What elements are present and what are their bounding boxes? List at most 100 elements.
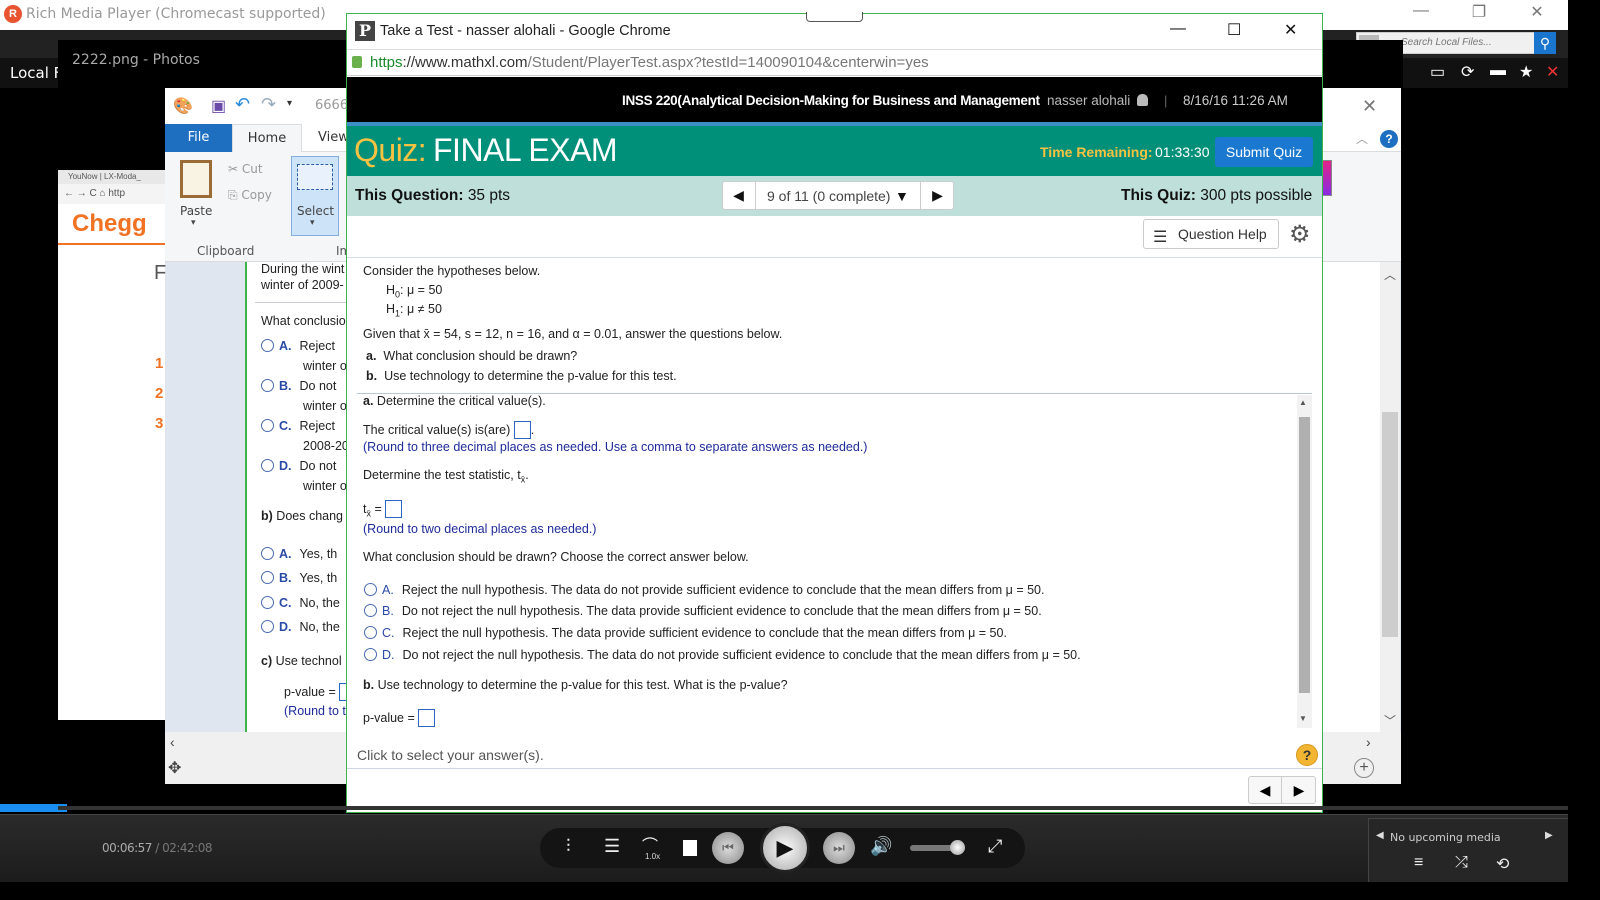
search-button[interactable]: ⚲ — [1534, 32, 1556, 54]
folder-icon[interactable]: ▬ — [1490, 62, 1506, 80]
copy-label: Copy — [241, 188, 272, 202]
next-question-button[interactable]: ▶ — [920, 181, 954, 210]
radio-icon[interactable] — [364, 648, 377, 661]
chegg-step-3: 3 — [155, 415, 164, 432]
local-files-label: Local F — [10, 64, 63, 82]
user-icon — [1137, 94, 1148, 106]
radio-icon[interactable] — [364, 583, 377, 596]
repeat-icon[interactable]: ⟲ — [1496, 854, 1509, 874]
up-next-expand-icon[interactable]: ▶ — [1545, 830, 1553, 841]
option-letter: B. — [279, 571, 292, 585]
option-letter: B. — [382, 604, 394, 618]
scroll-up-icon[interactable]: ▲ — [1299, 398, 1307, 407]
critical-value-input[interactable] — [513, 421, 531, 439]
up-next-collapse-icon[interactable]: ◀ — [1376, 830, 1384, 841]
zoom-in-icon[interactable]: + — [1354, 758, 1374, 778]
paint-close-button[interactable]: ✕ — [1362, 96, 1377, 117]
part-text: Use technology to determine the p-value … — [374, 678, 788, 692]
cast-icon[interactable]: ▭ — [1430, 62, 1445, 82]
option-letter: C. — [382, 626, 395, 640]
color-swatch[interactable] — [1322, 160, 1332, 196]
chrome-close-button[interactable]: ✕ — [1284, 20, 1297, 40]
seek-track[interactable] — [58, 806, 1568, 810]
option-text: Do not reject the null hypothesis. The d… — [402, 648, 1081, 662]
bg-divider — [255, 302, 350, 303]
select-rect-icon — [297, 164, 333, 190]
tab-file[interactable]: File — [165, 124, 232, 152]
shuffle-icon[interactable]: ⤮ — [1455, 854, 1468, 872]
chrome-maximize-button[interactable]: ☐ — [1227, 20, 1241, 40]
volume-knob[interactable] — [949, 840, 965, 855]
volume-icon[interactable]: 🔊 — [870, 836, 892, 857]
answer-scroll-thumb[interactable] — [1299, 417, 1310, 693]
question-part-a: a. What conclusion should be drawn? — [366, 349, 577, 363]
close-icon[interactable]: ✕ — [1546, 62, 1559, 82]
paste-dropdown-icon[interactable]: ▾ — [191, 218, 196, 228]
question-selector[interactable]: 9 of 11 (0 complete) — [767, 188, 890, 204]
part-label: a. — [363, 394, 374, 408]
seek-progress-bar[interactable] — [0, 804, 67, 812]
footer-next-button[interactable]: ▶ — [1283, 777, 1315, 803]
stat-prompt-text: Determine the test statistic, t — [363, 468, 521, 482]
undo-icon[interactable]: ↶ — [235, 94, 250, 115]
pvalue-input[interactable] — [418, 709, 436, 727]
radio-icon — [261, 419, 274, 432]
playlist-icon[interactable]: ☰ — [604, 836, 620, 857]
select-label: Select — [297, 204, 335, 218]
window-drag-handle[interactable] — [806, 12, 863, 22]
help-icon[interactable]: ? — [1296, 744, 1318, 766]
radio-icon — [261, 571, 274, 584]
chrome-minimize-button[interactable]: — — [1170, 20, 1186, 38]
test-statistic-input[interactable] — [385, 500, 403, 518]
previous-button[interactable]: ⏮ — [712, 832, 744, 864]
play-button[interactable]: ▶ — [760, 823, 810, 873]
cut-button[interactable]: ✂ Cut — [228, 162, 263, 176]
radio-icon[interactable] — [364, 604, 377, 617]
user-name[interactable]: nasser alohali — [1047, 93, 1130, 108]
equalizer-icon[interactable]: ⫶ — [566, 836, 571, 857]
alt-hypothesis: H1: μ ≠ 50 — [386, 302, 442, 319]
paint-scroll-thumb[interactable] — [1382, 412, 1398, 637]
next-button[interactable]: ⏭ — [823, 832, 855, 864]
player-restore-button[interactable]: ❐ — [1464, 2, 1494, 22]
refresh-icon[interactable]: ⟳ — [1461, 62, 1474, 82]
gear-icon[interactable]: ⚙ — [1289, 220, 1311, 249]
scroll-up-icon[interactable]: ︿ — [1384, 266, 1396, 283]
scroll-right-icon[interactable]: › — [1366, 734, 1371, 750]
queue-icon[interactable]: ≡ — [1414, 854, 1423, 872]
scroll-down-icon[interactable]: ﹀ — [1384, 712, 1396, 729]
customize-qat-icon[interactable]: ▾ — [287, 98, 292, 109]
player-minimize-button[interactable]: — — [1406, 2, 1436, 20]
copy-button[interactable]: ⎘ Copy — [228, 188, 272, 203]
footer-previous-button[interactable]: ◀ — [1249, 777, 1282, 803]
submit-quiz-button[interactable]: Submit Quiz — [1215, 137, 1313, 167]
option-a[interactable]: A. Reject the null hypothesis. The data d… — [364, 583, 1044, 597]
option-text: Do not — [299, 459, 337, 473]
option-b[interactable]: B. Do not reject the null hypothesis. The… — [364, 604, 1042, 618]
fullscreen-icon[interactable]: ⤢ — [988, 836, 1002, 857]
clipboard-icon[interactable] — [180, 160, 212, 198]
redo-icon[interactable]: ↷ — [261, 94, 276, 115]
tab-view[interactable]: View — [318, 130, 349, 145]
url-text[interactable]: https://www.mathxl.com/Student/PlayerTes… — [370, 54, 929, 71]
option-c[interactable]: C. Reject the null hypothesis. The data p… — [364, 626, 1007, 640]
save-icon[interactable]: ▣ — [211, 96, 226, 116]
paste-button[interactable]: Paste — [180, 204, 212, 218]
previous-question-button[interactable]: ◀ — [722, 181, 756, 210]
this-question-label: This Question: — [355, 187, 464, 204]
help-icon[interactable]: ? — [1380, 130, 1398, 148]
scroll-down-icon[interactable]: ▼ — [1299, 714, 1307, 723]
part-text: Does chang — [272, 509, 343, 523]
ribbon-collapse-icon[interactable]: ︿ — [1356, 130, 1368, 147]
select-dropdown-icon[interactable]: ▾ — [310, 218, 315, 228]
star-icon[interactable]: ★ — [1519, 62, 1533, 82]
chevron-down-icon[interactable]: ▼ — [895, 188, 909, 204]
player-close-button[interactable]: ✕ — [1522, 2, 1552, 22]
tab-home[interactable]: Home — [232, 124, 302, 153]
url-host: ://www.mathxl.com — [402, 54, 528, 71]
stop-button[interactable] — [683, 840, 697, 856]
bg-option-d: D. Do not — [261, 459, 336, 473]
radio-icon[interactable] — [364, 626, 377, 639]
scroll-left-icon[interactable]: ‹ — [170, 734, 175, 750]
option-d[interactable]: D. Do not reject the null hypothesis. The… — [364, 648, 1081, 662]
